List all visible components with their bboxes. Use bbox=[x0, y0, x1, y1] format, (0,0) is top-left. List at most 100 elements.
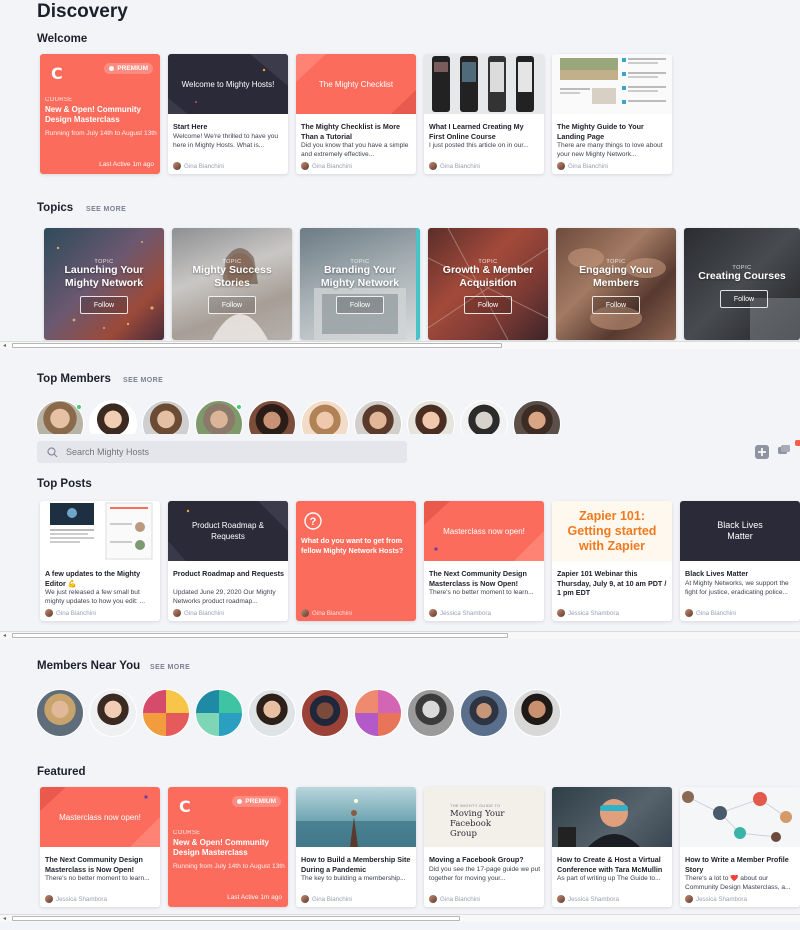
post-excerpt: Updated June 29, 2020 Our Mighty Network… bbox=[173, 589, 276, 605]
section-title-featured: Featured bbox=[37, 766, 86, 778]
add-icon[interactable] bbox=[755, 445, 769, 459]
scroll-left-icon[interactable]: ◂ bbox=[3, 632, 6, 639]
member-avatar[interactable] bbox=[513, 689, 561, 737]
post-card[interactable]: Masterclass now open! The Next Community… bbox=[40, 787, 160, 907]
section-title-top-posts: Top Posts bbox=[37, 478, 92, 490]
post-author: Gina Bianchini bbox=[301, 162, 352, 170]
post-card[interactable]: A few updates to the Mighty Editor 💪 We … bbox=[40, 501, 160, 621]
post-excerpt: Did you know that you have a simple and … bbox=[301, 142, 409, 158]
member-avatar[interactable] bbox=[301, 400, 349, 434]
follow-button[interactable]: Follow bbox=[464, 296, 512, 314]
member-avatar[interactable] bbox=[354, 400, 402, 434]
section-title-members-near: Members Near You bbox=[37, 660, 141, 672]
premium-badge: PREMIUM bbox=[104, 63, 153, 74]
post-thumbnail: Zapier 101: Getting started with Zapier bbox=[552, 501, 672, 561]
post-title: How to Create & Host a Virtual Conferenc… bbox=[557, 855, 663, 874]
avatar bbox=[429, 609, 437, 617]
member-avatar[interactable] bbox=[142, 689, 190, 737]
post-card[interactable]: How to Build a Membership Site During a … bbox=[296, 787, 416, 907]
member-avatar[interactable] bbox=[460, 400, 508, 434]
scrollbar-thumb[interactable] bbox=[12, 916, 460, 921]
member-avatar[interactable] bbox=[354, 689, 402, 737]
post-card[interactable]: The Mighty Checklist The Mighty Checklis… bbox=[296, 54, 416, 174]
topic-card-creating-courses[interactable]: TOPIC Creating Courses Follow bbox=[684, 228, 800, 340]
post-title: Start Here bbox=[173, 122, 208, 131]
post-card[interactable]: The Mighty Guide to Your Landing Page Th… bbox=[552, 54, 672, 174]
see-more-topics[interactable]: SEE MORE bbox=[86, 206, 126, 213]
avatar bbox=[685, 609, 693, 617]
avatar bbox=[301, 162, 309, 170]
horizontal-scrollbar[interactable]: ◂ bbox=[0, 631, 800, 639]
avatar bbox=[301, 895, 309, 903]
topic-card-engaging[interactable]: TOPIC Engaging Your Members Follow bbox=[556, 228, 676, 340]
question-card[interactable]: ? What do you want to get from fellow Mi… bbox=[296, 501, 416, 621]
member-avatar[interactable] bbox=[89, 400, 137, 434]
post-card[interactable]: Zapier 101: Getting started with Zapier … bbox=[552, 501, 672, 621]
scroll-left-icon[interactable]: ◂ bbox=[3, 915, 6, 922]
topic-name: Branding Your Mighty Network bbox=[320, 264, 400, 289]
avatar bbox=[557, 895, 565, 903]
follow-button[interactable]: Follow bbox=[336, 296, 384, 314]
see-more-members-near[interactable]: SEE MORE bbox=[150, 664, 190, 671]
post-author: Jessica Shambora bbox=[557, 609, 619, 617]
member-avatar[interactable] bbox=[248, 689, 296, 737]
follow-button[interactable]: Follow bbox=[592, 296, 640, 314]
post-title: Black Lives Matter bbox=[685, 569, 749, 578]
see-more-top-members[interactable]: SEE MORE bbox=[123, 377, 163, 384]
member-avatar[interactable] bbox=[248, 400, 296, 434]
topic-card-branding[interactable]: TOPIC Branding Your Mighty Network Follo… bbox=[300, 228, 420, 340]
post-title: A few updates to the Mighty Editor 💪 bbox=[45, 569, 141, 588]
course-running: Running from July 14th to August 13th bbox=[173, 863, 285, 870]
post-card[interactable]: What I Learned Creating My First Online … bbox=[424, 54, 544, 174]
member-avatar[interactable] bbox=[460, 689, 508, 737]
member-avatar[interactable] bbox=[301, 689, 349, 737]
post-card[interactable]: Product Roadmap & Requests Product Roadm… bbox=[168, 501, 288, 621]
topic-name: Engaging Your Members bbox=[579, 264, 653, 289]
course-card[interactable]: C PREMIUM COURSE New & Open! Community D… bbox=[168, 787, 288, 907]
post-excerpt: I just posted this article on in our... bbox=[429, 142, 529, 149]
member-avatar[interactable] bbox=[195, 689, 243, 737]
scroll-left-icon[interactable]: ◂ bbox=[3, 342, 6, 349]
follow-button[interactable]: Follow bbox=[208, 296, 256, 314]
post-thumbnail bbox=[680, 787, 800, 847]
scrollbar-thumb[interactable] bbox=[12, 343, 502, 348]
chat-icon[interactable] bbox=[777, 444, 791, 458]
follow-button[interactable]: Follow bbox=[720, 290, 768, 308]
member-avatar[interactable] bbox=[142, 400, 190, 434]
post-title: Product Roadmap and Requests bbox=[173, 569, 285, 578]
member-avatar[interactable] bbox=[36, 689, 84, 737]
post-thumbnail bbox=[552, 54, 672, 114]
post-card[interactable]: Welcome to Mighty Hosts! Start Here Welc… bbox=[168, 54, 288, 174]
member-avatar[interactable] bbox=[513, 400, 561, 434]
post-thumbnail bbox=[296, 787, 416, 847]
post-card[interactable]: Masterclass now open! The Next Community… bbox=[424, 501, 544, 621]
section-title-welcome: Welcome bbox=[37, 33, 88, 45]
course-title: New & Open! Community Design Masterclass bbox=[45, 105, 142, 124]
question-icon: ? bbox=[304, 512, 322, 530]
topic-card-launching[interactable]: TOPIC Launching Your Mighty Network Foll… bbox=[44, 228, 164, 340]
course-card[interactable]: C PREMIUM COURSE New & Open! Community D… bbox=[40, 54, 160, 174]
avatar bbox=[429, 162, 437, 170]
topic-name: Launching Your Mighty Network bbox=[64, 264, 144, 289]
horizontal-scrollbar[interactable]: ◂ bbox=[0, 341, 800, 349]
post-title: The Mighty Checklist is More Than a Tuto… bbox=[301, 122, 401, 141]
member-avatar[interactable] bbox=[407, 689, 455, 737]
online-indicator bbox=[236, 404, 242, 410]
post-card[interactable]: How to Create & Host a Virtual Conferenc… bbox=[552, 787, 672, 907]
topic-card-success-stories[interactable]: TOPIC Mighty Success Stories Follow bbox=[172, 228, 292, 340]
follow-button[interactable]: Follow bbox=[80, 296, 128, 314]
scrollbar-thumb[interactable] bbox=[12, 633, 508, 638]
search-bar[interactable] bbox=[37, 441, 407, 463]
topic-card-growth[interactable]: TOPIC Growth & Member Acquisition Follow bbox=[428, 228, 548, 340]
course-running: Running from July 14th to August 13th bbox=[45, 130, 157, 137]
post-card[interactable]: Black Lives Matter Black Lives Matter At… bbox=[680, 501, 800, 621]
member-avatar[interactable] bbox=[407, 400, 455, 434]
horizontal-scrollbar[interactable]: ◂ bbox=[0, 914, 800, 922]
post-excerpt: As part of writing up The Guide to... bbox=[557, 875, 661, 882]
post-thumbnail: Welcome to Mighty Hosts! bbox=[168, 54, 288, 114]
search-input[interactable] bbox=[66, 447, 366, 457]
member-avatar[interactable] bbox=[89, 689, 137, 737]
post-card[interactable]: How to Write a Member Profile Story Ther… bbox=[680, 787, 800, 907]
post-card[interactable]: THE MIGHTY GUIDE TO Moving Your Facebook… bbox=[424, 787, 544, 907]
post-author: Gina Bianchini bbox=[685, 609, 736, 617]
